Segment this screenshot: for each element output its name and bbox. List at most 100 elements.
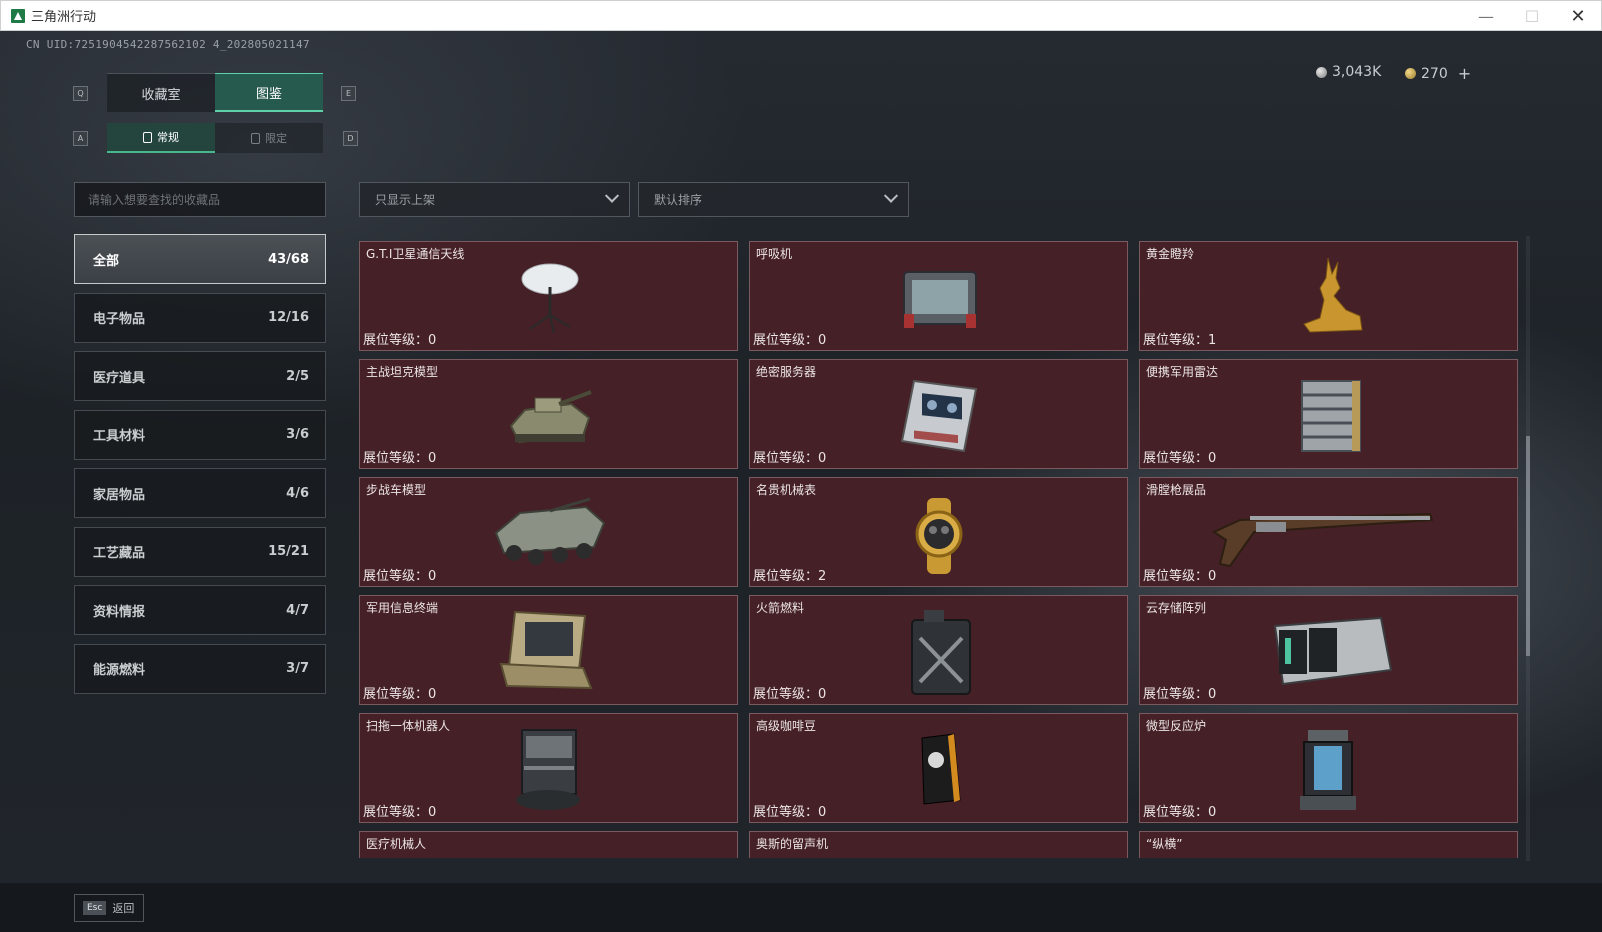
item-level: 展位等级：0 (363, 451, 437, 466)
item-level: 展位等级：0 (363, 805, 437, 820)
item-card[interactable]: 便携军用雷达 展位等级：0 (1139, 359, 1518, 469)
item-name: 火箭燃料 (756, 601, 805, 615)
item-level: 展位等级：0 (753, 451, 827, 466)
item-level: 展位等级：0 (1143, 451, 1217, 466)
category-label: 家居物品 (93, 487, 146, 503)
category-count: 15/21 (268, 544, 309, 559)
golden-gazelle-icon (1303, 257, 1363, 333)
terminal-icon (499, 610, 593, 690)
category-energy[interactable]: 能源燃料 3/7 (74, 643, 326, 694)
item-card[interactable]: 高级咖啡豆 展位等级：0 (749, 713, 1128, 823)
satellite-dish-icon (521, 263, 579, 334)
back-button[interactable]: Esc 返回 (74, 894, 144, 922)
item-card[interactable]: G.T.I卫星通信天线 展位等级：0 (359, 241, 738, 351)
item-level: 展位等级：0 (1143, 805, 1217, 820)
item-name: 军用信息终端 (366, 601, 439, 615)
item-name: 主战坦克模型 (366, 365, 439, 379)
item-card[interactable]: 火箭燃料 展位等级：0 (749, 595, 1128, 705)
add-currency-button[interactable]: + (1458, 64, 1471, 83)
bottom-bar: Esc 返回 (0, 883, 1602, 932)
category-crafts[interactable]: 工艺藏品 15/21 (74, 526, 326, 577)
item-level: 展位等级：0 (753, 805, 827, 820)
category-all[interactable]: 全部 43/68 (74, 234, 326, 284)
item-card[interactable]: 主战坦克模型 展位等级：0 (359, 359, 738, 469)
item-level: 展位等级：0 (1143, 687, 1217, 702)
category-electronics[interactable]: 电子物品 12/16 (74, 292, 326, 343)
search-input[interactable] (74, 182, 326, 217)
item-name: 绝密服务器 (756, 365, 817, 379)
item-level: 展位等级：1 (1143, 333, 1217, 348)
chevron-down-icon (883, 188, 899, 203)
subtab-limited-label: 限定 (265, 132, 287, 145)
item-card[interactable]: 奥斯的留声机 (749, 831, 1128, 858)
watch-icon (915, 498, 963, 574)
category-tools[interactable]: 工具材料 3/6 (74, 409, 326, 460)
item-card[interactable]: 呼吸机 展位等级：0 (749, 241, 1128, 351)
key-hint-a: A (73, 131, 88, 146)
item-card[interactable]: 微型反应炉 展位等级：0 (1139, 713, 1518, 823)
category-count: 3/7 (286, 661, 309, 676)
robot-vacuum-icon (516, 729, 580, 810)
key-hint-q: Q (73, 86, 88, 101)
item-name: “纵横” (1146, 837, 1183, 851)
item-card[interactable]: 云存储阵列 展位等级：0 (1139, 595, 1518, 705)
item-card[interactable]: 扫拖一体机器人 展位等级：0 (359, 713, 738, 823)
subtab-limited[interactable]: 限定 (215, 123, 323, 153)
category-count: 2/5 (286, 368, 309, 384)
item-card[interactable]: 军用信息终端 展位等级：0 (359, 595, 738, 705)
category-label: 资料情报 (93, 604, 146, 620)
item-name: 名贵机械表 (756, 483, 817, 497)
item-name: G.T.I卫星通信天线 (366, 247, 465, 261)
scrollbar-thumb[interactable] (1526, 436, 1530, 656)
category-label: 工具材料 (93, 429, 146, 444)
musket-icon (1211, 512, 1434, 568)
category-count: 12/16 (268, 310, 309, 325)
tab-collection-room[interactable]: 收藏室 (107, 73, 215, 112)
item-name: 微型反应炉 (1146, 719, 1207, 733)
item-name: 便携军用雷达 (1146, 365, 1219, 379)
sort-dropdown[interactable]: 默认排序 (638, 182, 909, 217)
ifv-model-icon (494, 497, 606, 565)
maximize-button[interactable]: ☐ (1509, 1, 1555, 31)
category-intel[interactable]: 资料情报 4/7 (74, 585, 326, 635)
item-level: 展位等级：0 (363, 569, 437, 584)
limited-icon (251, 132, 260, 144)
item-card[interactable]: 滑膛枪展品 展位等级：0 (1139, 477, 1518, 587)
tank-model-icon (509, 390, 592, 444)
item-card[interactable]: 绝密服务器 展位等级：0 (749, 359, 1128, 469)
item-level: 展位等级：0 (753, 687, 827, 702)
app-logo-icon (11, 8, 25, 23)
window-title: 三角洲行动 (31, 10, 97, 25)
close-button[interactable]: ✕ (1555, 1, 1601, 31)
reactor-icon (1300, 730, 1356, 810)
tab-catalog[interactable]: 图鉴 (215, 73, 323, 112)
category-label: 医疗道具 (93, 370, 146, 386)
esc-key-icon: Esc (83, 901, 107, 915)
minimize-button[interactable]: — (1463, 1, 1509, 31)
item-card[interactable]: 黄金瞪羚 展位等级：1 (1139, 241, 1518, 351)
category-label: 电子物品 (93, 312, 146, 327)
category-household[interactable]: 家居物品 4/6 (74, 468, 326, 518)
window-titlebar: 三角洲行动 — ☐ ✕ (0, 0, 1602, 31)
item-card[interactable]: 名贵机械表 展位等级：2 (749, 477, 1128, 587)
shelf-filter-dropdown[interactable]: 只显示上架 (359, 182, 630, 217)
ventilator-icon (903, 271, 977, 328)
category-count: 4/6 (286, 485, 309, 501)
subtab-regular[interactable]: 常规 (107, 123, 215, 153)
gold-amount: 270 (1421, 65, 1448, 82)
item-card[interactable]: “纵横” (1139, 831, 1518, 858)
item-name: 黄金瞪羚 (1146, 247, 1195, 261)
item-card[interactable]: 医疗机械人 (359, 831, 738, 858)
category-count: 3/6 (286, 427, 309, 442)
radar-icon (1301, 380, 1361, 452)
key-hint-e: E (341, 86, 356, 101)
shelf-filter-value: 只显示上架 (375, 193, 436, 207)
category-medical[interactable]: 医疗道具 2/5 (74, 351, 326, 401)
coffee-bag-icon (921, 733, 961, 805)
item-grid: G.T.I卫星通信天线 展位等级：0 呼吸机 展位等级：0 黄金瞪羚 展位等级：… (359, 241, 1519, 858)
item-card[interactable]: 步战车模型 展位等级：0 (359, 477, 738, 587)
grid-scrollbar[interactable] (1526, 236, 1530, 861)
category-label: 全部 (93, 253, 120, 269)
silver-currency: 3,043K (1316, 64, 1381, 80)
silver-coin-icon (1316, 66, 1327, 78)
